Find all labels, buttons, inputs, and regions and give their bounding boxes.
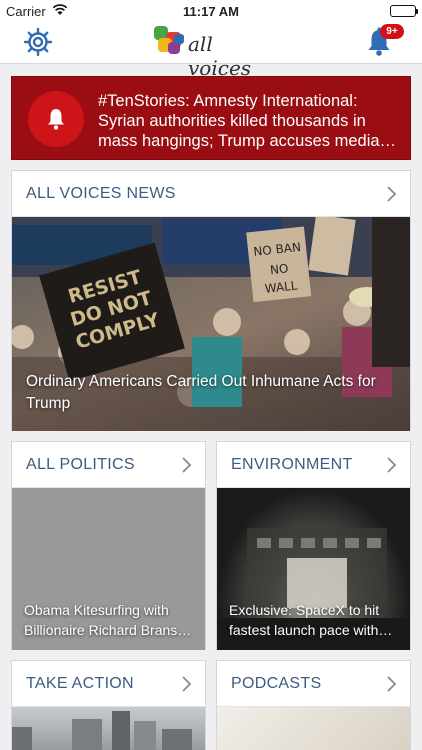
notification-badge: 9+ <box>380 24 404 39</box>
section-title: PODCASTS <box>231 675 322 692</box>
section-podcasts[interactable]: PODCASTS <box>216 660 411 750</box>
status-time: 11:17 AM <box>183 4 239 19</box>
section-all-politics[interactable]: ALL POLITICS Obama Kitesurfing with Bill… <box>11 441 206 650</box>
section-environment[interactable]: ENVIRONMENT Exclusive: SpaceX to hit fas… <box>216 441 411 650</box>
environment-photo[interactable]: Exclusive: SpaceX to hit fastest launch … <box>217 488 410 650</box>
section-title: ENVIRONMENT <box>231 456 353 473</box>
svg-text:NO: NO <box>269 261 289 277</box>
logo-text: all voices <box>188 32 252 80</box>
chevron-right-icon <box>182 457 192 473</box>
bell-icon <box>48 109 64 130</box>
section-take-action[interactable]: TAKE ACTION <box>11 660 206 750</box>
news-caption: Ordinary Americans Carried Out Inhumane … <box>26 373 376 412</box>
battery-icon <box>390 5 418 17</box>
politics-caption: Obama Kitesurfing with Billionaire Richa… <box>24 602 192 638</box>
chevron-right-icon <box>387 457 397 473</box>
section-header[interactable]: ENVIRONMENT <box>217 442 410 488</box>
section-title: TAKE ACTION <box>26 675 134 692</box>
section-header[interactable]: ALL VOICES NEWS <box>12 171 410 217</box>
city-skyline-illustration <box>12 711 192 750</box>
gear-icon <box>23 27 53 57</box>
app-logo: all voices <box>150 24 270 80</box>
chevron-right-icon <box>182 676 192 692</box>
environment-caption: Exclusive: SpaceX to hit fastest launch … <box>229 602 393 638</box>
speech-bubbles-logo-icon <box>154 26 184 54</box>
settings-button[interactable] <box>22 26 54 58</box>
section-title: ALL VOICES NEWS <box>26 185 176 202</box>
alert-text: #TenStories: Amnesty International: Syri… <box>98 92 397 150</box>
breaking-news-alert[interactable]: #TenStories: Amnesty International: Syri… <box>11 76 411 160</box>
section-header[interactable]: ALL POLITICS <box>12 442 205 488</box>
chevron-right-icon <box>387 186 397 202</box>
nav-bar: all voices 9+ <box>0 22 422 80</box>
politics-photo[interactable]: Obama Kitesurfing with Billionaire Richa… <box>12 488 205 650</box>
alert-icon-circle <box>28 91 84 147</box>
section-header[interactable]: TAKE ACTION <box>12 661 205 707</box>
section-header[interactable]: PODCASTS <box>217 661 410 707</box>
podcasts-photo[interactable] <box>217 707 410 750</box>
take-action-photo[interactable] <box>12 707 205 750</box>
section-all-voices-news[interactable]: ALL VOICES NEWS RESIST DO NOT COMPLY NO … <box>11 170 411 431</box>
section-title: ALL POLITICS <box>26 456 135 473</box>
chevron-right-icon <box>387 676 397 692</box>
news-photo[interactable]: RESIST DO NOT COMPLY NO BAN NO WALL Ordi… <box>12 217 410 431</box>
status-bar: Carrier 11:17 AM <box>0 0 422 22</box>
